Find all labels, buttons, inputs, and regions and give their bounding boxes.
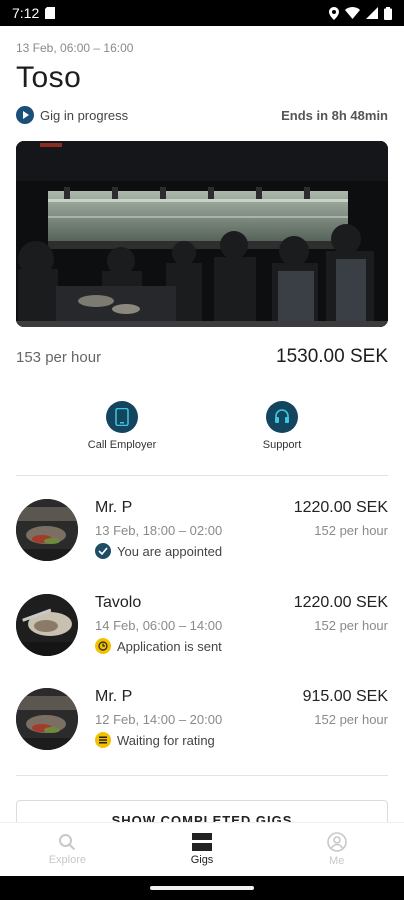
nav-gigs[interactable]: Gigs (135, 823, 270, 876)
call-employer-button[interactable]: Call Employer (77, 401, 167, 451)
system-navigation-bar (0, 876, 404, 900)
gig-list-item[interactable]: Mr. P 13 Feb, 18:00 – 02:00 You are appo… (16, 499, 388, 563)
gig-hero-image[interactable] (16, 141, 388, 327)
status-bar: 7:12 (0, 0, 404, 26)
search-icon (59, 834, 76, 851)
call-employer-label: Call Employer (87, 439, 157, 451)
nav-me[interactable]: Me (269, 823, 404, 876)
headset-icon (266, 401, 298, 433)
gig-date: 13 Feb, 18:00 – 02:00 (95, 523, 223, 538)
nav-explore[interactable]: Explore (0, 823, 135, 876)
gig-list-item[interactable]: Mr. P 12 Feb, 14:00 – 20:00 Waiting for … (16, 688, 388, 752)
list-icon (95, 732, 111, 748)
gig-price: 915.00 SEK (302, 688, 388, 705)
total-pay: 1530.00 SEK (276, 346, 388, 367)
gigs-screen[interactable]: 13 Feb, 06:00 – 16:00 Toso Gig in progre… (0, 26, 404, 822)
nav-gigs-label: Gigs (190, 854, 214, 866)
gig-employer-name: Tavolo (95, 594, 142, 611)
current-gig-title: Toso (16, 61, 82, 94)
gig-price: 1220.00 SEK (293, 594, 388, 611)
home-gesture-handle[interactable] (150, 886, 254, 890)
restaurant-photo (16, 141, 388, 327)
gig-thumbnail (16, 688, 78, 750)
list-divider (16, 775, 388, 776)
clock-icon (95, 638, 111, 654)
bottom-navigation: Explore Gigs Me (0, 822, 404, 876)
ends-in-label: Ends in 8h 48min (281, 107, 388, 123)
gig-status: You are appointed (95, 543, 222, 559)
gigs-icon (192, 833, 212, 851)
gig-employer-name: Mr. P (95, 499, 133, 516)
gig-status: Waiting for rating (95, 732, 215, 748)
check-circle-icon (95, 543, 111, 559)
gig-status-label: You are appointed (117, 543, 223, 559)
sd-card-icon (45, 7, 56, 19)
support-label: Support (262, 439, 302, 451)
gig-status: Application is sent (95, 638, 222, 654)
status-time: 7:12 (12, 5, 40, 21)
current-gig-status-row: Gig in progress Ends in 8h 48min (16, 106, 388, 124)
hourly-rate: 153 per hour (16, 349, 102, 366)
play-icon (16, 106, 34, 124)
gig-date: 12 Feb, 14:00 – 20:00 (95, 712, 223, 727)
location-icon (329, 6, 339, 20)
gig-hourly-rate: 152 per hour (314, 712, 388, 727)
current-gig-pay: 153 per hour 1530.00 SEK (16, 346, 388, 368)
wifi-icon (345, 7, 360, 19)
gig-hourly-rate: 152 per hour (314, 618, 388, 633)
section-divider (16, 475, 388, 476)
current-gig-status: Gig in progress (40, 107, 129, 123)
gig-hourly-rate: 152 per hour (314, 523, 388, 538)
gig-thumbnail (16, 499, 78, 561)
current-gig-date: 13 Feb, 06:00 – 16:00 (16, 41, 134, 55)
battery-icon (384, 6, 392, 20)
support-button[interactable]: Support (237, 401, 327, 451)
profile-icon (326, 832, 347, 852)
gig-date: 14 Feb, 06:00 – 14:00 (95, 618, 223, 633)
gig-price: 1220.00 SEK (293, 499, 388, 516)
gig-status-label: Waiting for rating (117, 732, 215, 748)
gig-list-item[interactable]: Tavolo 14 Feb, 06:00 – 14:00 Application… (16, 594, 388, 658)
phone-icon (106, 401, 138, 433)
signal-icon (366, 7, 378, 19)
nav-me-label: Me (329, 855, 345, 867)
quick-actions: Call Employer Support (0, 401, 404, 451)
show-completed-gigs-button[interactable]: SHOW COMPLETED GIGS (16, 800, 388, 822)
gig-thumbnail (16, 594, 78, 656)
nav-explore-label: Explore (48, 854, 86, 866)
gig-employer-name: Mr. P (95, 688, 133, 705)
gig-status-label: Application is sent (117, 638, 222, 654)
